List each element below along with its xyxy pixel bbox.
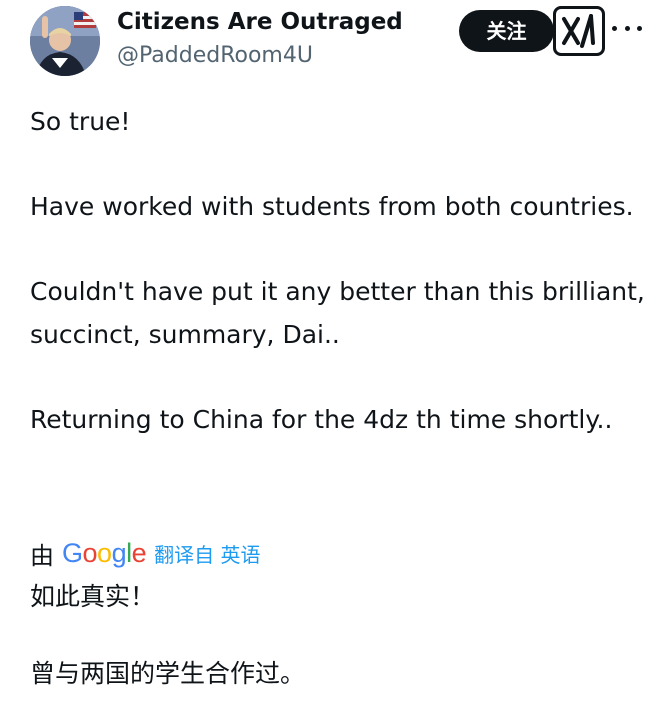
tweet-paragraph: Returning to China for the 4dz th time s… <box>30 405 613 434</box>
more-options-button[interactable] <box>612 14 642 42</box>
translated-line: 如此真实！ <box>30 582 156 611</box>
display-name[interactable]: Citizens Are Outraged <box>117 6 403 38</box>
translation-attribution: 由 Google 翻译自 英语 <box>30 533 261 573</box>
avatar[interactable] <box>30 6 100 76</box>
translated-text: 如此真实！ 曾与两国的学生合作过。 <box>30 575 650 695</box>
tweet-text: So true! Have worked with students from … <box>30 100 650 441</box>
tweet-paragraph: Have worked with students from both coun… <box>30 192 634 221</box>
google-logo[interactable]: Google <box>62 538 147 569</box>
more-icon <box>612 25 642 31</box>
grok-button[interactable] <box>553 6 605 56</box>
follow-button[interactable]: 关注 <box>459 10 554 52</box>
tweet-paragraph: So true! <box>30 107 131 136</box>
tweet-paragraph: Couldn't have put it any better than thi… <box>30 277 645 349</box>
translated-from-link[interactable]: 翻译自 英语 <box>154 539 260 568</box>
translated-line: 曾与两国的学生合作过。 <box>30 659 306 688</box>
user-handle[interactable]: @PaddedRoom4U <box>117 40 313 72</box>
tweet-header: Citizens Are Outraged @PaddedRoom4U 关注 <box>0 0 672 90</box>
profile-photo-icon <box>30 6 100 76</box>
translation-by-label: 由 <box>30 541 54 570</box>
grok-icon <box>562 14 595 48</box>
